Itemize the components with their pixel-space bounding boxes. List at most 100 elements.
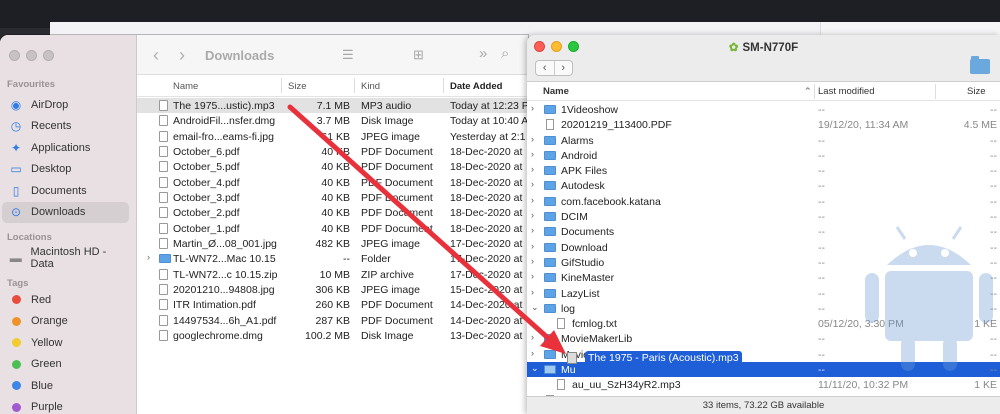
aft-back-button[interactable]: ‹ [536, 61, 555, 75]
disclosure-chevron-icon[interactable]: › [531, 195, 534, 205]
new-folder-icon[interactable] [970, 56, 990, 74]
column-name[interactable]: Name [173, 81, 198, 92]
sidebar-tag-blue[interactable]: Blue [2, 375, 129, 396]
file-icon [159, 237, 168, 249]
disclosure-chevron-icon[interactable]: › [531, 134, 534, 144]
file-row[interactable]: Martin_Ø...08_001.jpg 482 KB JPEG image 17-… [137, 236, 528, 251]
sidebar-item-downloads[interactable]: ⊙ Downloads [2, 201, 129, 223]
aft-forward-button[interactable]: › [555, 61, 573, 75]
disclosure-chevron-icon[interactable]: › [531, 210, 534, 220]
file-date-added: 18-Dec-2020 at [450, 161, 523, 174]
file-row[interactable]: email-fro...eams-fi.jpg 61 KB JPEG image Ye… [137, 129, 528, 144]
column-size[interactable]: Size [288, 81, 306, 92]
folder-row[interactable]: › Documents -- -- [527, 224, 1000, 239]
folder-row[interactable]: › DCIM -- -- [527, 209, 1000, 224]
folder-row[interactable]: › Autodesk -- -- [527, 178, 1000, 193]
folder-row[interactable]: › KineMaster -- -- [527, 270, 1000, 285]
disclosure-chevron-icon[interactable]: › [531, 103, 534, 113]
file-row[interactable]: 20201210...94808.jpg 306 KB JPEG image 15-D… [137, 282, 528, 297]
back-button[interactable]: ‹ [153, 46, 159, 64]
folder-row[interactable]: › Download -- -- [527, 240, 1000, 255]
applications-icon: ✦ [10, 140, 22, 155]
sidebar-item-label: Desktop [31, 163, 72, 175]
search-icon[interactable]: ⌕ [501, 45, 509, 62]
aft-status-bar: 33 items, 73.22 GB available [527, 396, 1000, 414]
disclosure-chevron-icon[interactable]: › [531, 241, 534, 251]
minimize-button[interactable] [26, 50, 37, 61]
sidebar-item-macintosh-hd[interactable]: ▬ Macintosh HD - Data [2, 246, 129, 270]
item-name: log [561, 302, 576, 315]
file-row[interactable]: October_1.pdf 40 KB PDF Document 18-Dec-202… [137, 221, 528, 236]
finder-window: Favourites ◉ AirDrop ◷ Recents ✦ Applications… [0, 35, 528, 414]
disclosure-chevron-icon[interactable]: ⌄ [531, 302, 539, 313]
file-name: October_1.pdf [173, 222, 240, 235]
column-name[interactable]: Name [543, 86, 569, 97]
folder-row[interactable]: › APK Files -- -- [527, 163, 1000, 178]
sidebar-item-applications[interactable]: ✦ Applications [2, 137, 129, 158]
file-date-added: 18-Dec-2020 at [450, 176, 523, 189]
disclosure-chevron-icon[interactable]: › [531, 164, 534, 174]
file-name: October_5.pdf [173, 161, 240, 174]
file-row[interactable]: The 1975...ustic).mp3 7.1 MB MP3 audio Toda… [137, 98, 528, 114]
disclosure-chevron-icon[interactable]: › [531, 179, 534, 189]
sidebar-tag-orange[interactable]: Orange [2, 311, 129, 332]
file-row[interactable]: ITR Intimation.pdf 260 KB PDF Document 14-D… [137, 297, 528, 312]
disclosure-chevron-icon[interactable]: › [531, 332, 534, 342]
file-size: 100.2 MB [305, 329, 350, 342]
file-row[interactable]: › TL-WN72...Mac 10.15 -- Folder 17-Dec-2020 … [137, 251, 528, 266]
column-size[interactable]: Size [967, 86, 985, 97]
disclosure-chevron-icon[interactable]: › [531, 256, 534, 266]
sidebar-item-recents[interactable]: ◷ Recents [2, 116, 129, 137]
file-row[interactable]: au_uu_SzH34yR2.mp3 11/11/20, 10:32 PM 1 KE [527, 377, 1000, 392]
folder-row[interactable]: › GifStudio -- -- [527, 255, 1000, 270]
file-row[interactable]: October_2.pdf 40 KB PDF Document 18-Dec-202… [137, 205, 528, 220]
sidebar-tag-green[interactable]: Green [2, 354, 129, 375]
disclosure-chevron-icon[interactable]: › [531, 225, 534, 235]
file-row[interactable]: googlechrome.dmg 100.2 MB Disk Image 13-Dec… [137, 328, 528, 343]
file-row[interactable]: 14497534...6h_A1.pdf 287 KB PDF Document 14… [137, 313, 528, 328]
sidebar-tag-purple[interactable]: Purple [2, 397, 129, 414]
file-row[interactable]: 20201219_113400.PDF 19/12/20, 11:34 AM 4.5… [527, 117, 1000, 132]
disclosure-chevron-icon[interactable]: ⌄ [531, 363, 539, 374]
folder-row[interactable]: › com.facebook.katana -- -- [527, 194, 1000, 209]
folder-row[interactable]: › LazyList -- -- [527, 286, 1000, 301]
disclosure-chevron-icon[interactable]: › [531, 287, 534, 297]
disclosure-chevron-icon[interactable]: › [147, 252, 150, 262]
folder-row[interactable]: › Alarms -- -- [527, 133, 1000, 148]
disclosure-chevron-icon[interactable]: › [531, 149, 534, 159]
list-view-icon[interactable]: ☰ [342, 47, 354, 63]
item-name: APK Files [561, 165, 608, 178]
sidebar-tag-red[interactable]: Red [2, 289, 129, 310]
column-kind[interactable]: Kind [361, 81, 380, 92]
sidebar-item-desktop[interactable]: ▭ Desktop [2, 159, 129, 180]
android-icon: ✿ [728, 42, 739, 54]
file-name: October_4.pdf [173, 176, 240, 189]
forward-button[interactable]: › [179, 46, 185, 64]
sidebar-tag-yellow[interactable]: Yellow [2, 332, 129, 353]
file-row[interactable]: AndroidFil...nsfer.dmg 3.7 MB Disk Image To… [137, 113, 528, 128]
folder-row[interactable]: › MovieMakerLib -- -- [527, 331, 1000, 346]
column-date-added[interactable]: Date Added [450, 81, 502, 92]
grid-view-icon[interactable]: ⊞ [413, 47, 424, 63]
file-row[interactable]: October_4.pdf 40 KB PDF Document 18-Dec-202… [137, 175, 528, 190]
file-kind: PDF Document [361, 299, 433, 312]
file-row[interactable]: fcmlog.txt 05/12/20, 3:30 PM 1 KE [527, 316, 1000, 331]
file-row[interactable]: October_5.pdf 40 KB PDF Document 18-Dec-202… [137, 159, 528, 174]
more-toolbar-icon[interactable]: » [479, 45, 487, 62]
folder-row[interactable]: › 1Videoshow -- -- [527, 102, 1000, 117]
folder-row[interactable]: › Android -- -- [527, 148, 1000, 163]
disclosure-chevron-icon[interactable]: › [531, 348, 534, 358]
window-controls[interactable] [9, 50, 54, 61]
file-row[interactable]: TL-WN72...c 10.15.zip 10 MB ZIP archive 17-… [137, 267, 528, 282]
disclosure-chevron-icon[interactable]: › [531, 271, 534, 281]
sidebar-item-documents[interactable]: ▯ Documents [2, 180, 129, 201]
column-last-modified[interactable]: Last modified [818, 86, 875, 97]
item-name: Android [561, 149, 598, 162]
folder-row[interactable]: ⌄ log -- -- [527, 301, 1000, 316]
zoom-button[interactable] [43, 50, 54, 61]
sidebar-item-airdrop[interactable]: ◉ AirDrop [2, 94, 129, 115]
sidebar-item-label: AirDrop [31, 98, 69, 111]
close-button[interactable] [9, 50, 20, 61]
file-row[interactable]: October_3.pdf 40 KB PDF Document 18-Dec-202… [137, 190, 528, 205]
file-row[interactable]: October_6.pdf 40 KB PDF Document 18-Dec-202… [137, 144, 528, 159]
